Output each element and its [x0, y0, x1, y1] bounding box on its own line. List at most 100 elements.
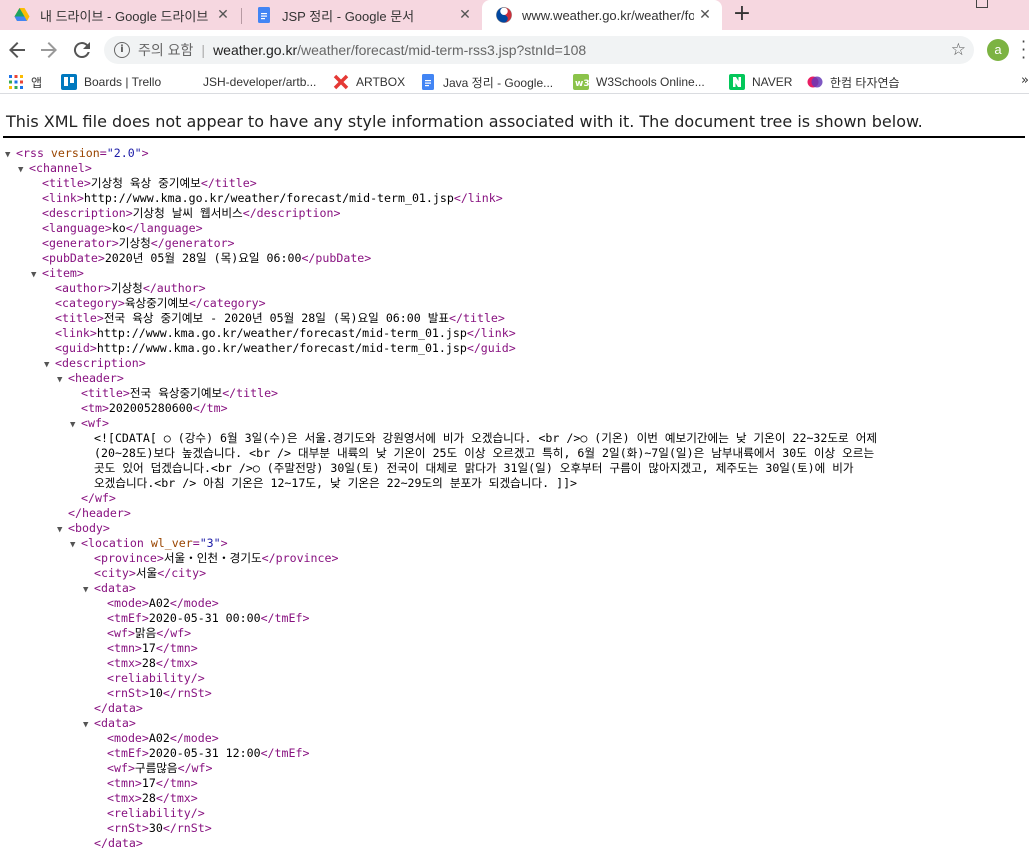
- xml-text: 기상청: [118, 236, 151, 250]
- xml-line: 오겠습니다.<br /> 아침 기온은 12~17도, 낮 기온은 22~29도…: [94, 476, 577, 491]
- info-icon[interactable]: i: [114, 42, 130, 58]
- bookmark-trello[interactable]: Boards | Trello: [61, 72, 161, 92]
- back-button[interactable]: [5, 38, 29, 62]
- xml-tag: </tmx>: [155, 791, 198, 805]
- bookmark-w3schools[interactable]: w3 W3Schools Online...: [573, 72, 705, 92]
- reload-button[interactable]: [70, 38, 94, 62]
- bookmark-github[interactable]: JSH-developer/artb...: [180, 72, 316, 92]
- collapse-arrow-icon[interactable]: ▼: [70, 538, 75, 553]
- xml-tag: <title>: [55, 311, 104, 325]
- bookmark-naver[interactable]: NAVER: [729, 72, 792, 92]
- github-icon: [180, 74, 196, 90]
- xml-tag: <location: [81, 536, 151, 550]
- collapse-arrow-icon[interactable]: ▼: [57, 373, 62, 388]
- xml-text: 기상청 날씨 웹서비스: [132, 206, 243, 220]
- xml-text: 2020-05-31 12:00: [148, 746, 261, 760]
- naver-icon: [729, 74, 745, 90]
- xml-line: (20~28도)보다 높겠습니다. <br /> 대부분 내륙의 낮 기온이 2…: [94, 446, 874, 461]
- xml-tag: </tmEf>: [260, 611, 310, 625]
- xml-tag: <tmn>: [107, 641, 142, 655]
- xml-text: 30: [148, 821, 163, 835]
- xml-tag: <reliability/>: [107, 671, 205, 685]
- xml-line: </wf>: [81, 491, 116, 506]
- xml-tag: </mode>: [169, 596, 219, 610]
- bookmark-label: NAVER: [752, 75, 793, 89]
- bookmark-java-doc[interactable]: Java 정리 - Google...: [420, 72, 553, 92]
- collapse-arrow-icon[interactable]: ▼: [83, 583, 88, 598]
- maximize-icon[interactable]: [976, 0, 988, 8]
- bookmark-label: 한컴 타자연습: [830, 75, 900, 90]
- xml-tag: </mode>: [169, 731, 219, 745]
- bookmark-star-icon[interactable]: ☆: [951, 40, 966, 60]
- xml-line: <data>: [94, 716, 136, 731]
- xml-tag: >: [141, 146, 149, 160]
- collapse-arrow-icon[interactable]: ▼: [31, 268, 36, 283]
- xml-text: (20~28도)보다 높겠습니다. <br /> 대부분 내륙의 낮 기온이 2…: [94, 446, 875, 460]
- bookmark-artbox[interactable]: ARTBOX: [333, 72, 405, 92]
- close-icon[interactable]: ✕: [212, 7, 234, 23]
- xml-tag: </category>: [188, 296, 266, 310]
- xml-tag: <channel>: [29, 161, 92, 175]
- collapse-arrow-icon[interactable]: ▼: [18, 163, 23, 178]
- menu-kebab-icon[interactable]: · · ·: [1021, 34, 1026, 66]
- xml-text: 서울: [135, 566, 158, 580]
- xml-line: <pubDate>2020년 05월 28일 (목)요일 06:00</pubD…: [42, 251, 371, 266]
- xml-text: 기상청: [110, 281, 143, 295]
- xml-tag: <author>: [55, 281, 111, 295]
- bookmark-hancom[interactable]: 한컴 타자연습: [807, 72, 900, 92]
- tab-title: www.weather.go.kr/weather/fore: [522, 7, 694, 23]
- xml-line: <reliability/>: [107, 806, 205, 821]
- tab-weather-active[interactable]: www.weather.go.kr/weather/fore ✕: [482, 0, 722, 30]
- xml-line: <tm>202005280600</tm>: [81, 401, 228, 416]
- tab-google-drive[interactable]: 내 드라이브 - Google 드라이브 ✕: [0, 0, 240, 30]
- xml-text: 기상청 육상 중기예보: [90, 176, 201, 190]
- tab-jsp-doc[interactable]: JSP 정리 - Google 문서 ✕: [242, 0, 482, 30]
- collapse-arrow-icon[interactable]: ▼: [70, 418, 75, 433]
- xml-tag: </header>: [68, 506, 131, 520]
- reload-icon: [73, 42, 90, 59]
- xml-text: 육상중기예보: [124, 296, 189, 310]
- xml-line: 곳도 있어 덥겠습니다.<br />○ (주말전망) 30일(토) 전국이 대체…: [94, 461, 854, 476]
- bookmark-label: 앱: [31, 75, 43, 90]
- xml-text: <![CDATA[ ○ (강수) 6월 3일(수)은 서울.경기도와 강원영서에…: [94, 431, 878, 445]
- xml-text: ko: [111, 221, 126, 235]
- tab-title: 내 드라이브 - Google 드라이브: [40, 8, 209, 24]
- xml-attr-name: version: [50, 146, 100, 160]
- url-path: /weather/forecast/mid-term-rss3.jsp?stnI…: [297, 42, 587, 58]
- xml-tag: <wf>: [107, 626, 135, 640]
- profile-avatar[interactable]: a: [987, 39, 1009, 61]
- xml-line: <reliability/>: [107, 671, 205, 686]
- bookmarks-bar: 앱 Boards | Trello JSH-developer/artb... …: [0, 70, 1029, 94]
- xml-tag: <title>: [81, 386, 130, 400]
- security-status[interactable]: 주의 요함: [138, 40, 193, 60]
- xml-tag: <reliability/>: [107, 806, 205, 820]
- xml-line: <channel>: [29, 161, 92, 176]
- bookmarks-overflow-button[interactable]: »: [1021, 73, 1029, 88]
- xml-line: <tmx>28</tmx>: [107, 791, 198, 806]
- xml-tag: </data>: [94, 836, 143, 848]
- xml-line: <body>: [68, 521, 110, 536]
- new-tab-button[interactable]: +: [730, 3, 754, 27]
- xml-tag: <language>: [42, 221, 112, 235]
- forward-arrow-icon: [41, 42, 57, 58]
- xml-tag: </province>: [261, 551, 339, 565]
- collapse-arrow-icon[interactable]: ▼: [5, 148, 10, 163]
- xml-line: </data>: [94, 701, 143, 716]
- close-icon[interactable]: ✕: [694, 7, 716, 23]
- xml-line: <wf>구름많음</wf>: [107, 761, 213, 776]
- xml-line: <header>: [68, 371, 124, 386]
- bookmark-apps[interactable]: 앱: [8, 72, 42, 92]
- collapse-arrow-icon[interactable]: ▼: [44, 358, 49, 373]
- xml-tag: <description>: [42, 206, 133, 220]
- close-icon[interactable]: ✕: [454, 7, 476, 23]
- xml-tag: <category>: [55, 296, 125, 310]
- xml-tag: </title>: [222, 386, 279, 400]
- collapse-arrow-icon[interactable]: ▼: [57, 523, 62, 538]
- apps-grid-icon: [9, 75, 23, 89]
- xml-tag: </rnSt>: [162, 821, 212, 835]
- address-bar[interactable]: i 주의 요함 | weather.go.kr/weather/forecast…: [104, 36, 974, 64]
- xml-line: <rnSt>30</rnSt>: [107, 821, 212, 836]
- forward-button[interactable]: [37, 38, 61, 62]
- xml-tag: </rnSt>: [162, 686, 212, 700]
- collapse-arrow-icon[interactable]: ▼: [83, 718, 88, 733]
